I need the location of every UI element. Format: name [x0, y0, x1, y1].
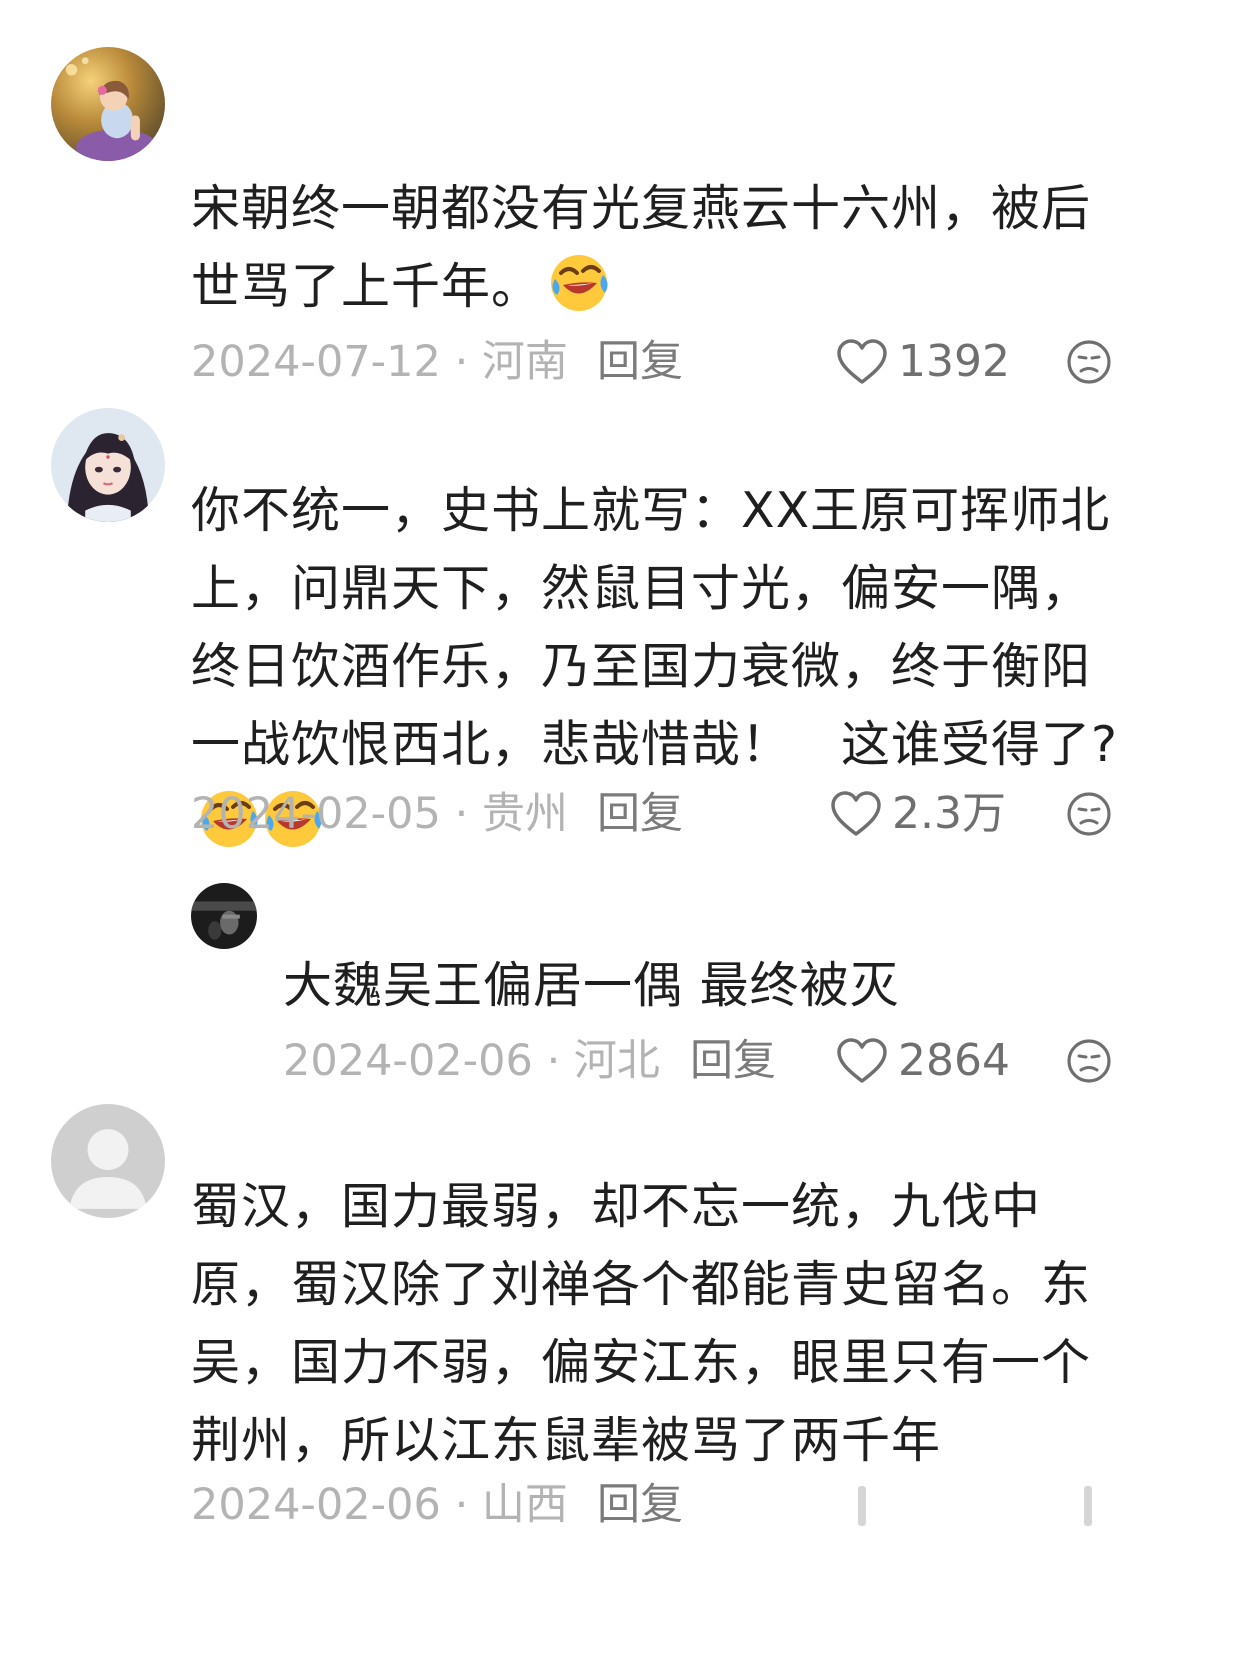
meta-separator: · [440, 1480, 482, 1530]
comment-item: 蜀汉，国力最弱，却不忘一统，九伐中原，蜀汉除了刘禅各个都能青史留名。东吴，国力不… [0, 0, 1242, 1656]
user-avatar[interactable] [51, 1104, 165, 1218]
dislike-button-cutoff[interactable] [1084, 1486, 1092, 1526]
comment-meta: 2024-02-06 · 山西 [191, 1475, 568, 1535]
default-user-avatar-icon [51, 1104, 165, 1218]
like-button-cutoff[interactable] [858, 1486, 866, 1526]
reply-button[interactable]: 回复 [597, 1475, 683, 1535]
comment-date: 2024-02-06 [191, 1480, 441, 1530]
comment-region: 山西 [481, 1480, 568, 1530]
comment-text: 蜀汉，国力最弱，却不忘一统，九伐中原，蜀汉除了刘禅各个都能青史留名。东吴，国力不… [191, 1178, 1092, 1469]
